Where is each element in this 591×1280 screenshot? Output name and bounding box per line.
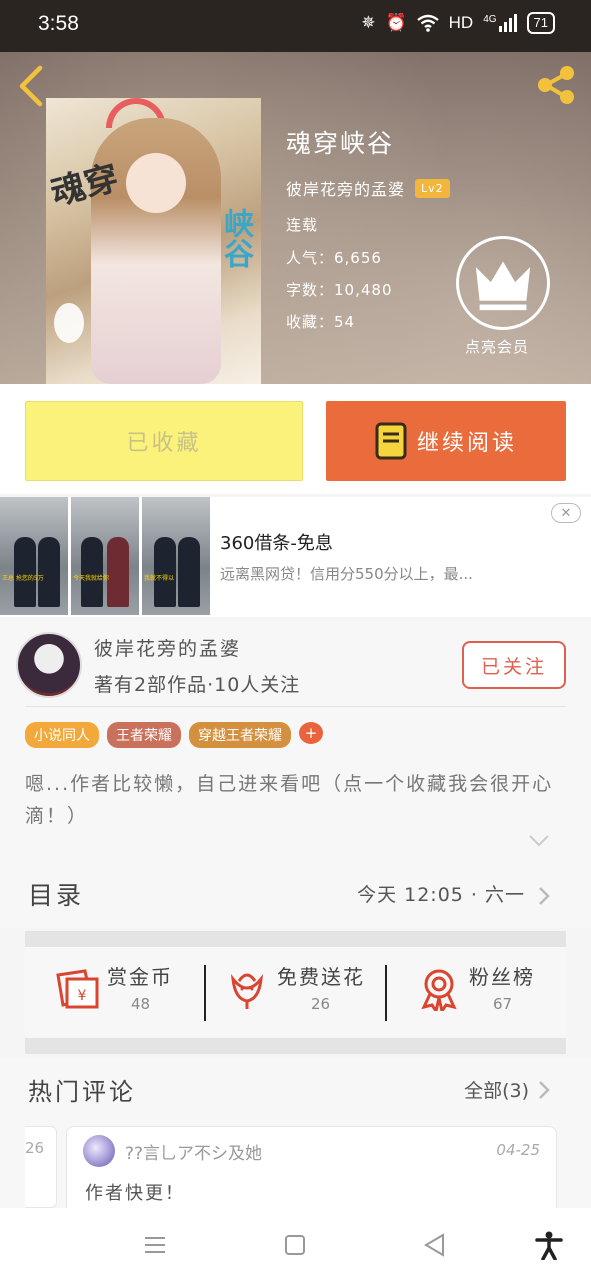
reward-label: 赏金币 (107, 965, 173, 989)
reward-count: 48 (131, 995, 151, 1013)
tag-item[interactable]: 王者荣耀 (107, 722, 181, 748)
comment-card-prev[interactable]: 26 (25, 1126, 57, 1208)
more-tags-button[interactable]: + (299, 722, 323, 744)
book-intro[interactable]: 嗯...作者比较懒，自己进来看吧（点一个收藏我会很开心滴！） (25, 768, 570, 832)
status-icons: ✵ ⏰ HD 4G 71 (361, 12, 555, 34)
book-popularity: 人气：6,656 (286, 249, 382, 267)
chevron-down-icon[interactable] (528, 834, 550, 848)
commenter-name[interactable]: ??言乚ア不シ及她 (125, 1139, 262, 1164)
latest-chapter: 今天 12:05 · 六一 (357, 884, 525, 906)
chevron-right-icon[interactable] (538, 1080, 550, 1100)
fans-label: 粉丝榜 (469, 965, 535, 989)
back-arrow-icon[interactable] (14, 64, 50, 108)
system-nav-bar (0, 1208, 591, 1280)
wifi-icon (416, 14, 439, 32)
fans-ranking-button[interactable]: 粉丝榜 67 (417, 961, 557, 1021)
fans-count: 67 (493, 995, 513, 1013)
book-header: 魂穿 峡谷 魂穿峡谷 彼岸花旁的孟婆 Lv2 连载 人气：6,656 字数：10… (0, 52, 591, 384)
vip-label[interactable]: 点亮会员 (465, 336, 529, 357)
flowers-label: 免费送花 (277, 965, 365, 989)
flower-icon (230, 973, 264, 1009)
book-author-line: 彼岸花旁的孟婆 Lv2 (286, 176, 450, 200)
battery-icon: 71 (526, 12, 555, 34)
author-name[interactable]: 彼岸花旁的孟婆 (94, 634, 241, 661)
section-separator (25, 931, 566, 947)
accessibility-icon[interactable] (534, 1230, 564, 1260)
send-flowers-button[interactable]: 免费送花 26 (225, 961, 395, 1021)
book-icon (375, 422, 407, 460)
medal-icon (421, 969, 457, 1011)
ad-thumb-3: 我就不得以 (142, 497, 210, 615)
ad-banner[interactable]: 王总 抢您的5万 今天我就给你 我就不得以 360借条-免息 远离黑网贷！信用分… (0, 497, 591, 617)
comment-text: 作者快更！ (85, 1183, 185, 1204)
bluetooth-icon: ✵ (361, 13, 376, 32)
ad-close-button[interactable]: ✕ (551, 503, 581, 523)
follow-button[interactable]: 已关注 (462, 641, 566, 689)
author-level-badge: Lv2 (415, 178, 450, 198)
continue-reading-button[interactable]: 继续阅读 (326, 401, 566, 481)
cover-title-text-2: 峡谷 (218, 208, 253, 268)
table-of-contents-row[interactable]: 目录 今天 12:05 · 六一 (0, 858, 591, 928)
action-bar: 已收藏 继续阅读 (0, 384, 591, 494)
signal-icon: 4G (483, 14, 517, 32)
all-comments-link[interactable]: 全部(3) (464, 1076, 529, 1103)
red-envelope-icon: ¥ (56, 969, 99, 1009)
commenter-avatar[interactable] (83, 1135, 115, 1167)
ad-thumb-1: 王总 抢您的5万 (0, 497, 68, 615)
author-avatar[interactable] (16, 632, 82, 698)
continue-reading-label: 继续阅读 (416, 431, 517, 456)
book-favorites: 收藏：54 (286, 313, 356, 331)
ad-thumb-2: 今天我就给你 (71, 497, 139, 615)
ad-thumb-caption-3: 我就不得以 (144, 575, 175, 582)
home-icon[interactable] (280, 1230, 310, 1260)
hot-comments-section: 热门评论 全部(3) 26 ??言乚ア不シ及她 04-25 作者快更！ (0, 1058, 591, 1226)
favorited-button[interactable]: 已收藏 (25, 401, 303, 481)
share-icon[interactable] (533, 62, 579, 108)
ad-thumb-caption-1: 王总 抢您的5万 (2, 575, 44, 582)
crown-icon[interactable] (456, 236, 550, 330)
ad-description: 远离黑网贷！信用分550分以上，最... (220, 565, 473, 583)
author-stats: 著有2部作品·10人关注 (94, 674, 301, 696)
status-bar: 3:58 ✵ ⏰ HD 4G 71 (0, 0, 591, 52)
book-word-count: 字数：10,480 (286, 281, 393, 299)
book-status: 连载 (286, 216, 319, 234)
signal-label: 4G (483, 14, 497, 25)
back-icon[interactable] (420, 1230, 450, 1260)
section-separator (25, 1038, 566, 1054)
alarm-icon: ⏰ (385, 13, 407, 32)
ad-thumb-caption-2: 今天我就给你 (73, 575, 110, 582)
chevron-right-icon (539, 887, 550, 905)
ad-title: 360借条-免息 (220, 533, 333, 554)
comments-title: 热门评论 (28, 1078, 136, 1106)
svg-text:¥: ¥ (78, 988, 87, 1004)
network-type: HD (448, 13, 474, 32)
tag-item[interactable]: 穿越王者荣耀 (189, 722, 291, 748)
flowers-count: 26 (311, 995, 331, 1013)
book-cover[interactable]: 魂穿 峡谷 (46, 98, 261, 384)
interaction-stats: ¥ 赏金币 48 免费送花 26 粉丝榜 67 (25, 947, 566, 1037)
tag-list: 小说同人 王者荣耀 穿越王者荣耀 + (25, 722, 323, 748)
cover-bunny (54, 303, 84, 343)
reward-coins-button[interactable]: ¥ 赏金币 48 (55, 961, 205, 1021)
menu-icon[interactable] (140, 1230, 170, 1260)
toc-title: 目录 (28, 881, 85, 910)
divider (25, 706, 566, 707)
book-title: 魂穿峡谷 (286, 129, 395, 158)
comment-date: 04-25 (496, 1141, 540, 1159)
comment-date-fragment: 26 (25, 1139, 45, 1157)
tag-item[interactable]: 小说同人 (25, 722, 99, 748)
status-time: 3:58 (38, 12, 79, 35)
book-author[interactable]: 彼岸花旁的孟婆 (286, 176, 405, 200)
